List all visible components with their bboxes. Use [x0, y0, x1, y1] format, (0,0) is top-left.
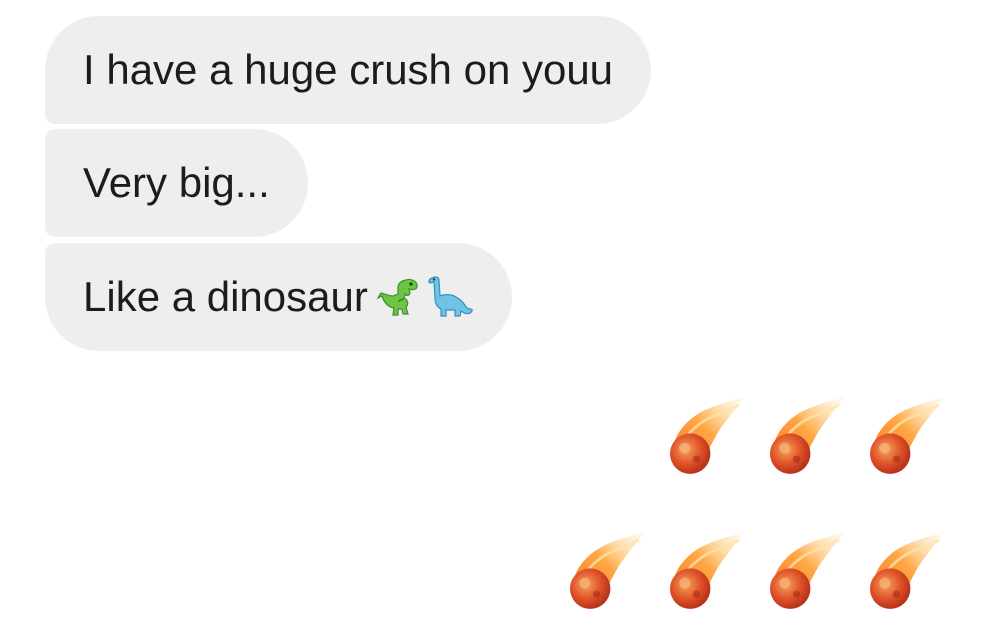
- message-bubble-3[interactable]: Like a dinosaur: [45, 243, 512, 351]
- message-text: Very big...: [83, 159, 270, 206]
- message-bubble-2[interactable]: Very big...: [45, 129, 308, 237]
- comet-row-2: [558, 527, 950, 619]
- comet-icon: [769, 530, 846, 609]
- dinosaur-emojis: [376, 274, 474, 320]
- message-text: Like a dinosaur: [83, 273, 368, 320]
- comet-row-1: [658, 392, 950, 484]
- t-rex-icon: [376, 278, 418, 316]
- message-bubble-1[interactable]: I have a huge crush on youu: [45, 16, 652, 124]
- comet-icon: [869, 530, 946, 609]
- chat-thread: I have a huge crush on youu Very big... …: [0, 0, 1000, 635]
- comet-icon: [669, 530, 746, 609]
- comet-icon: [569, 530, 646, 609]
- comet-icon: [769, 395, 846, 474]
- reaction-emojis: [550, 392, 950, 622]
- comet-icon: [869, 395, 946, 474]
- comet-icon: [669, 395, 746, 474]
- sauropod-icon: [428, 276, 473, 317]
- message-text: I have a huge crush on youu: [83, 46, 614, 93]
